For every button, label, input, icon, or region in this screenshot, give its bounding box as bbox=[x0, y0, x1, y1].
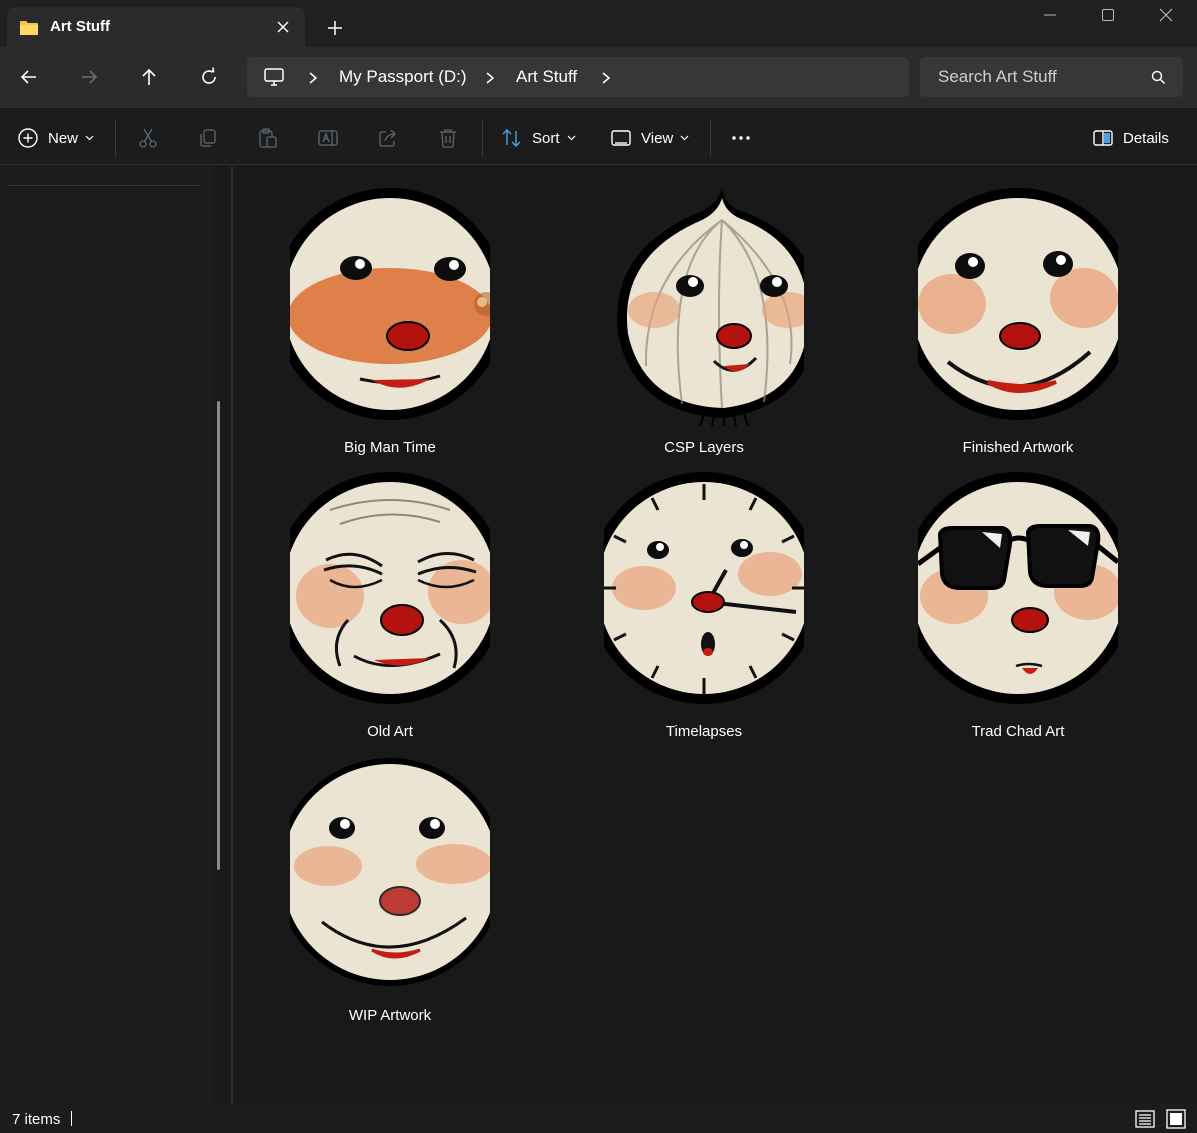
details-pane-icon bbox=[1093, 130, 1113, 146]
refresh-icon bbox=[202, 67, 216, 84]
add-circle-icon bbox=[18, 128, 38, 148]
arrow-left-icon bbox=[20, 70, 36, 84]
status-bar: 7 items bbox=[0, 1104, 1197, 1133]
chevron-down-icon bbox=[567, 135, 575, 141]
minimize-icon bbox=[1044, 14, 1056, 16]
back-button[interactable] bbox=[13, 61, 45, 93]
view-label: View bbox=[641, 129, 674, 147]
chevron-right-icon[interactable] bbox=[600, 71, 612, 85]
big-man-face-thumbnail bbox=[290, 188, 490, 420]
sort-icon bbox=[502, 129, 521, 147]
up-button[interactable] bbox=[133, 61, 165, 93]
close-window-button[interactable] bbox=[1137, 0, 1195, 32]
smile-face-thumbnail bbox=[918, 188, 1118, 420]
maximize-icon bbox=[1102, 9, 1114, 21]
rename-icon bbox=[318, 130, 338, 146]
toolbar-divider bbox=[115, 120, 116, 156]
close-tab-icon[interactable] bbox=[275, 19, 291, 35]
status-divider bbox=[71, 1111, 72, 1126]
navigation-pane[interactable] bbox=[0, 166, 213, 1104]
file-item[interactable]: Timelapses bbox=[574, 454, 834, 740]
computer-icon bbox=[264, 68, 284, 86]
details-button[interactable]: Details bbox=[1092, 126, 1169, 150]
search-box[interactable] bbox=[920, 57, 1183, 97]
view-icon bbox=[611, 130, 631, 146]
new-label: New bbox=[48, 129, 79, 147]
chevron-down-icon bbox=[85, 135, 94, 141]
trash-icon bbox=[440, 129, 456, 148]
onion-face-thumbnail bbox=[617, 188, 804, 426]
copy-button[interactable] bbox=[197, 126, 219, 150]
cut-button[interactable] bbox=[137, 126, 159, 150]
copy-icon bbox=[200, 129, 216, 147]
navigation-bar: My Passport (D:) Art Stuff bbox=[0, 47, 1197, 107]
breadcrumb-drive[interactable]: My Passport (D:) bbox=[339, 67, 467, 87]
minimize-button[interactable] bbox=[1021, 0, 1079, 32]
more-options-button[interactable] bbox=[730, 126, 752, 150]
file-item[interactable]: CSP Layers bbox=[574, 170, 834, 456]
nav-divider bbox=[8, 185, 199, 186]
share-icon bbox=[379, 129, 396, 147]
details-label: Details bbox=[1123, 129, 1169, 147]
scissors-icon bbox=[139, 128, 157, 148]
details-view-icon[interactable] bbox=[1135, 1109, 1155, 1129]
file-view: Big Man Time CSP Layers Finished Artwork… bbox=[233, 166, 1197, 1104]
maximize-button[interactable] bbox=[1079, 0, 1137, 32]
toolbar-divider bbox=[710, 120, 711, 156]
tab-title: Art Stuff bbox=[50, 18, 110, 35]
file-item[interactable]: WIP Artwork bbox=[260, 738, 520, 1024]
paste-icon bbox=[259, 128, 277, 148]
arrow-up-icon bbox=[142, 68, 156, 85]
more-icon bbox=[732, 136, 750, 140]
toolbar-divider bbox=[482, 120, 483, 156]
command-bar: New Sort View Details bbox=[0, 107, 1197, 165]
new-button[interactable]: New bbox=[17, 126, 94, 150]
forward-button[interactable] bbox=[73, 61, 105, 93]
file-name: Trad Chad Art bbox=[971, 723, 1065, 740]
chevron-down-icon bbox=[680, 135, 689, 141]
file-item[interactable]: Old Art bbox=[260, 454, 520, 740]
new-tab-icon[interactable] bbox=[322, 15, 348, 41]
chevron-right-icon bbox=[309, 72, 318, 84]
sunglasses-face-thumbnail bbox=[918, 472, 1118, 704]
file-name: Timelapses bbox=[665, 723, 743, 740]
file-item[interactable]: Finished Artwork bbox=[888, 170, 1148, 456]
address-bar[interactable]: My Passport (D:) Art Stuff bbox=[247, 57, 909, 97]
sketch-face-thumbnail bbox=[290, 758, 490, 986]
share-button[interactable] bbox=[377, 126, 399, 150]
title-bar: Art Stuff bbox=[0, 0, 1197, 47]
file-item[interactable]: Big Man Time bbox=[260, 170, 520, 456]
old-face-thumbnail bbox=[290, 472, 490, 704]
large-icons-view-icon[interactable] bbox=[1166, 1109, 1186, 1129]
chevron-right-icon bbox=[486, 72, 495, 84]
paste-button[interactable] bbox=[257, 126, 279, 150]
delete-button[interactable] bbox=[437, 126, 459, 150]
folder-icon bbox=[20, 21, 38, 35]
sort-label: Sort bbox=[532, 129, 560, 147]
rename-button[interactable] bbox=[317, 126, 339, 150]
view-button[interactable]: View bbox=[610, 126, 689, 150]
file-name: WIP Artwork bbox=[348, 1007, 432, 1024]
clock-face-thumbnail bbox=[604, 472, 804, 704]
tab-art-stuff[interactable]: Art Stuff bbox=[7, 7, 305, 47]
close-icon bbox=[1159, 8, 1173, 22]
search-icon bbox=[1151, 70, 1166, 85]
search-input[interactable] bbox=[920, 57, 1140, 97]
arrow-right-icon bbox=[82, 70, 98, 84]
refresh-button[interactable] bbox=[193, 61, 225, 93]
file-item[interactable]: Trad Chad Art bbox=[888, 454, 1148, 740]
sort-button[interactable]: Sort bbox=[501, 126, 576, 150]
nav-pane-scrollbar[interactable] bbox=[217, 401, 220, 870]
breadcrumb-folder[interactable]: Art Stuff bbox=[516, 67, 577, 87]
item-count: 7 items bbox=[12, 1111, 61, 1128]
